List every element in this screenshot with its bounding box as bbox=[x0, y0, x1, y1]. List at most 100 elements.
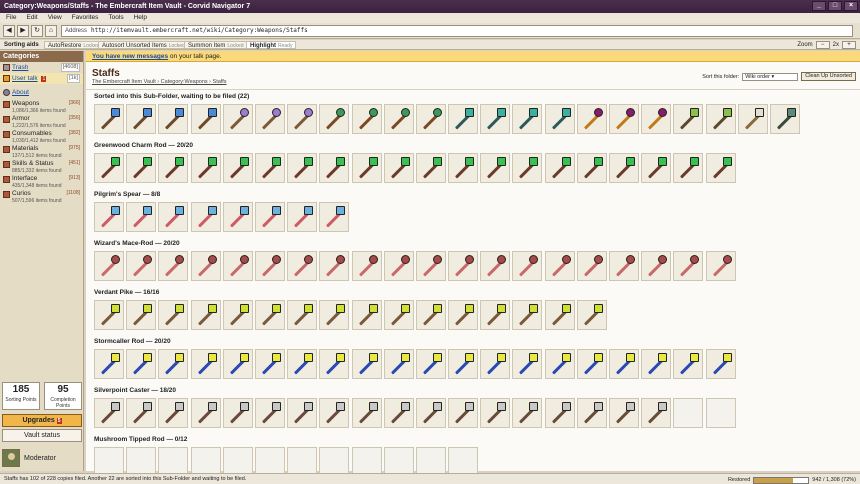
staff-item-slot[interactable] bbox=[222, 349, 253, 379]
staff-item-slot[interactable] bbox=[254, 251, 285, 281]
address-url[interactable]: http://itemvault.embercraft.net/wiki/Cat… bbox=[91, 27, 308, 34]
staff-item-slot[interactable] bbox=[383, 300, 414, 330]
staff-item-slot[interactable] bbox=[512, 398, 543, 428]
staff-item-slot[interactable] bbox=[480, 398, 511, 428]
sidebar-category-curios[interactable]: Curios 507/1,596 items found [1108] bbox=[0, 190, 83, 205]
staff-item-slot[interactable] bbox=[158, 251, 189, 281]
staff-item-slot[interactable] bbox=[351, 153, 382, 183]
staff-item-slot[interactable] bbox=[544, 104, 575, 134]
staff-item-slot[interactable] bbox=[576, 104, 607, 134]
staff-item-slot[interactable] bbox=[287, 251, 318, 281]
staff-item-slot[interactable] bbox=[673, 104, 704, 134]
staff-item-slot[interactable] bbox=[158, 349, 189, 379]
staff-item-slot[interactable] bbox=[158, 153, 189, 183]
staff-item-slot[interactable] bbox=[254, 153, 285, 183]
staff-item-slot[interactable] bbox=[512, 349, 543, 379]
staff-item-slot[interactable] bbox=[94, 398, 124, 428]
staff-item-slot[interactable] bbox=[126, 153, 157, 183]
about-label[interactable]: About bbox=[12, 89, 29, 96]
zoom-in-icon[interactable]: + bbox=[842, 41, 856, 49]
staff-item-slot[interactable] bbox=[705, 104, 736, 134]
staff-item-slot[interactable] bbox=[737, 104, 768, 134]
staff-item-slot[interactable] bbox=[609, 153, 639, 183]
staff-item-slot[interactable] bbox=[190, 153, 221, 183]
staff-item-slot[interactable] bbox=[126, 104, 157, 134]
staff-item-slot[interactable] bbox=[222, 202, 253, 232]
staff-item-slot[interactable] bbox=[94, 104, 124, 134]
staff-item-slot[interactable] bbox=[94, 202, 124, 232]
staff-item-slot[interactable] bbox=[254, 104, 285, 134]
staff-item-slot[interactable] bbox=[673, 251, 704, 281]
menu-help[interactable]: Help bbox=[134, 13, 147, 23]
staff-item-slot[interactable] bbox=[190, 398, 221, 428]
staff-item-slot[interactable] bbox=[351, 251, 382, 281]
staff-item-slot[interactable] bbox=[512, 300, 543, 330]
sidebar-item-trash[interactable]: Trash [4608] bbox=[0, 62, 83, 73]
staff-item-slot[interactable] bbox=[480, 349, 511, 379]
staff-item-slot[interactable] bbox=[544, 349, 575, 379]
staff-item-slot[interactable] bbox=[705, 349, 736, 379]
staff-item-slot[interactable] bbox=[287, 153, 318, 183]
new-messages-link[interactable]: You have new messages bbox=[92, 53, 168, 60]
staff-item-slot[interactable] bbox=[158, 300, 189, 330]
vault-status-button[interactable]: Vault status bbox=[2, 429, 82, 442]
staff-item-slot[interactable] bbox=[287, 398, 318, 428]
staff-item-slot[interactable] bbox=[641, 349, 672, 379]
staff-item-slot[interactable] bbox=[351, 349, 382, 379]
staff-item-slot[interactable] bbox=[190, 349, 221, 379]
staff-item-slot[interactable] bbox=[190, 202, 221, 232]
staff-item-slot[interactable] bbox=[287, 104, 318, 134]
staff-item-slot[interactable] bbox=[94, 251, 124, 281]
autorestore-button[interactable]: AutoRestore Locked bbox=[44, 41, 104, 49]
breadcrumb[interactable]: The Embercraft Item Vault › Category:Wea… bbox=[92, 79, 227, 85]
staff-item-slot[interactable] bbox=[222, 153, 253, 183]
maximize-icon[interactable]: □ bbox=[828, 1, 842, 11]
close-icon[interactable]: × bbox=[844, 1, 858, 11]
staff-item-slot[interactable] bbox=[319, 398, 350, 428]
avatar[interactable] bbox=[2, 449, 20, 467]
staff-item-slot[interactable] bbox=[576, 398, 607, 428]
staff-item-slot[interactable] bbox=[222, 398, 253, 428]
staff-item-slot[interactable] bbox=[383, 153, 414, 183]
staff-item-slot[interactable] bbox=[448, 104, 479, 134]
summon-item-button[interactable]: Summon Item Locked bbox=[184, 41, 248, 49]
staff-item-slot[interactable] bbox=[576, 300, 607, 330]
staff-item-slot[interactable] bbox=[287, 202, 318, 232]
trash-label[interactable]: Trash bbox=[12, 64, 28, 71]
staff-item-slot[interactable] bbox=[383, 398, 414, 428]
staff-item-slot[interactable] bbox=[544, 251, 575, 281]
staff-item-slot[interactable] bbox=[512, 104, 543, 134]
staff-item-slot[interactable] bbox=[190, 104, 221, 134]
sidebar-item-user-talk[interactable]: User talk 1 [1k] bbox=[0, 73, 83, 84]
staff-item-slot[interactable] bbox=[126, 251, 157, 281]
staff-item-slot[interactable] bbox=[448, 153, 479, 183]
staff-item-slot[interactable] bbox=[415, 398, 446, 428]
staff-item-slot[interactable] bbox=[609, 349, 639, 379]
sort-select[interactable]: Wiki order ▾ bbox=[742, 72, 799, 81]
staff-item-slot[interactable] bbox=[383, 349, 414, 379]
menu-view[interactable]: View bbox=[48, 13, 62, 23]
staff-item-slot[interactable] bbox=[319, 300, 350, 330]
staff-item-slot[interactable] bbox=[415, 349, 446, 379]
staff-item-slot[interactable] bbox=[673, 153, 704, 183]
staff-item-slot[interactable] bbox=[448, 300, 479, 330]
staff-item-slot[interactable] bbox=[126, 202, 157, 232]
sidebar-category-weapons[interactable]: Weapons 1,086/1,366 items found [366] bbox=[0, 100, 83, 115]
staff-item-slot[interactable] bbox=[254, 300, 285, 330]
staff-item-slot[interactable] bbox=[641, 398, 672, 428]
staff-item-slot[interactable] bbox=[383, 104, 414, 134]
staff-item-slot[interactable] bbox=[576, 153, 607, 183]
staff-item-slot[interactable] bbox=[641, 251, 672, 281]
staff-item-slot[interactable] bbox=[609, 398, 639, 428]
highlight-button[interactable]: Highlight Ready bbox=[246, 41, 297, 49]
home-icon[interactable]: ⌂ bbox=[45, 25, 57, 37]
autosort-button[interactable]: Autosort Unsorted Items Locked bbox=[98, 41, 189, 49]
staff-item-slot[interactable] bbox=[641, 104, 672, 134]
back-arrow-icon[interactable]: ◀ bbox=[3, 25, 15, 37]
staff-item-slot[interactable] bbox=[448, 251, 479, 281]
staff-item-slot[interactable] bbox=[576, 349, 607, 379]
staff-item-slot[interactable] bbox=[480, 104, 511, 134]
staff-item-slot[interactable] bbox=[705, 153, 736, 183]
staff-item-slot[interactable] bbox=[512, 251, 543, 281]
staff-item-slot[interactable] bbox=[351, 300, 382, 330]
